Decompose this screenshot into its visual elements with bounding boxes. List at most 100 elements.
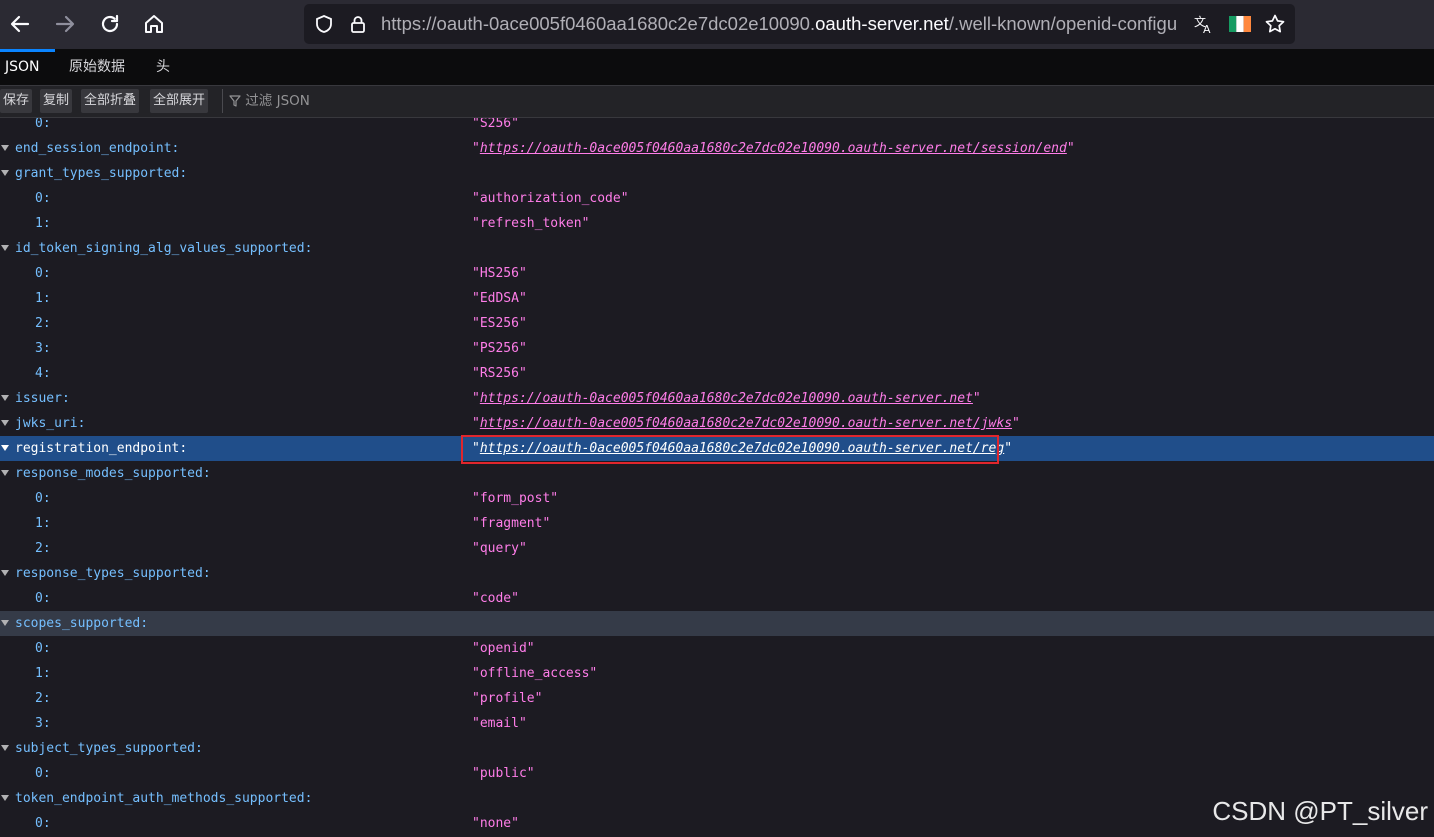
json-property-row[interactable]: subject_types_supported: bbox=[0, 736, 1434, 761]
json-key: 4: bbox=[35, 366, 51, 381]
expand-triangle-icon[interactable] bbox=[1, 745, 9, 751]
expand-all-button[interactable]: 全部展开 bbox=[150, 89, 209, 113]
json-value-link[interactable]: https://oauth-0ace005f0460aa1680c2e7dc02… bbox=[480, 391, 973, 406]
json-value-link[interactable]: https://oauth-0ace005f0460aa1680c2e7dc02… bbox=[480, 141, 1067, 156]
json-key: end_session_endpoint: bbox=[15, 141, 180, 156]
arrow-right-icon bbox=[55, 15, 75, 33]
tab-headers[interactable]: 头 bbox=[156, 49, 170, 85]
reload-button[interactable] bbox=[92, 6, 128, 42]
svg-text:A: A bbox=[1203, 23, 1211, 35]
json-array-item-row[interactable]: 4: "RS256" bbox=[0, 361, 1434, 386]
json-value[interactable]: "https://oauth-0ace005f0460aa1680c2e7dc0… bbox=[472, 136, 1075, 161]
expand-triangle-icon[interactable] bbox=[1, 395, 9, 401]
json-key: 1: bbox=[35, 516, 51, 531]
tab-json[interactable]: JSON bbox=[0, 49, 45, 85]
save-button[interactable]: 保存 bbox=[0, 89, 33, 113]
json-property-row[interactable]: grant_types_supported: bbox=[0, 161, 1434, 186]
json-value: "offline_access" bbox=[472, 666, 598, 681]
json-key: 0: bbox=[35, 118, 51, 131]
json-value: "openid" bbox=[472, 641, 535, 656]
json-value-link[interactable]: https://oauth-0ace005f0460aa1680c2e7dc02… bbox=[480, 441, 1004, 456]
expand-triangle-icon[interactable] bbox=[1, 170, 9, 176]
copy-button[interactable]: 复制 bbox=[40, 89, 73, 113]
viewer-tabs: JSON 原始数据 头 bbox=[0, 49, 1434, 86]
flag-ireland-icon[interactable] bbox=[1228, 12, 1252, 36]
json-key: 0: bbox=[35, 816, 51, 831]
json-key: id_token_signing_alg_values_supported: bbox=[15, 241, 313, 256]
json-value: "form_post" bbox=[472, 491, 559, 506]
expand-triangle-icon[interactable] bbox=[1, 620, 9, 626]
json-array-item-row[interactable]: 0: "openid" bbox=[0, 636, 1434, 661]
json-value: "profile" bbox=[472, 691, 543, 706]
collapse-all-button[interactable]: 全部折叠 bbox=[81, 89, 140, 113]
json-value: "PS256" bbox=[472, 341, 527, 356]
json-property-row[interactable]: id_token_signing_alg_values_supported: bbox=[0, 236, 1434, 261]
json-array-item-row[interactable]: 0: "S256" bbox=[0, 118, 1434, 136]
json-array-item-row[interactable]: 0: "HS256" bbox=[0, 261, 1434, 286]
json-value-link[interactable]: https://oauth-0ace005f0460aa1680c2e7dc02… bbox=[480, 416, 1012, 431]
json-key: scopes_supported: bbox=[15, 616, 149, 631]
json-property-row[interactable]: jwks_uri: "https://oauth-0ace005f0460aa16… bbox=[0, 411, 1434, 436]
json-array-item-row[interactable]: 0: "public" bbox=[0, 761, 1434, 786]
json-array-item-row[interactable]: 1: "refresh_token" bbox=[0, 211, 1434, 236]
json-key: 0: bbox=[35, 766, 51, 781]
json-array-item-row[interactable]: 0: "code" bbox=[0, 586, 1434, 611]
json-value[interactable]: "https://oauth-0ace005f0460aa1680c2e7dc0… bbox=[472, 411, 1020, 436]
json-property-row[interactable]: issuer: "https://oauth-0ace005f0460aa1680… bbox=[0, 386, 1434, 411]
json-array-item-row[interactable]: 2: "profile" bbox=[0, 686, 1434, 711]
json-key: subject_types_supported: bbox=[15, 741, 203, 756]
expand-triangle-icon[interactable] bbox=[1, 420, 9, 426]
json-value: "code" bbox=[472, 591, 519, 606]
json-array-item-row[interactable]: 0: "form_post" bbox=[0, 486, 1434, 511]
json-property-row[interactable]: registration_endpoint: "https://oauth-0ac… bbox=[0, 436, 1434, 461]
json-key: 0: bbox=[35, 266, 51, 281]
expand-triangle-icon[interactable] bbox=[1, 470, 9, 476]
expand-triangle-icon[interactable] bbox=[1, 570, 9, 576]
arrow-left-icon bbox=[10, 15, 30, 33]
json-value: "HS256" bbox=[472, 266, 527, 281]
json-key: registration_endpoint: bbox=[15, 441, 188, 456]
json-array-item-row[interactable]: 2: "ES256" bbox=[0, 311, 1434, 336]
json-array-item-row[interactable]: 1: "EdDSA" bbox=[0, 286, 1434, 311]
json-array-item-row[interactable]: 2: "query" bbox=[0, 536, 1434, 561]
filter-icon bbox=[229, 95, 241, 107]
reload-icon bbox=[101, 14, 119, 33]
bookmark-star-icon[interactable] bbox=[1263, 12, 1287, 36]
json-property-row[interactable]: scopes_supported: bbox=[0, 611, 1434, 636]
translate-icon[interactable]: 文A bbox=[1192, 12, 1216, 36]
json-array-item-row[interactable]: 1: "fragment" bbox=[0, 511, 1434, 536]
home-button[interactable] bbox=[136, 6, 172, 42]
json-key: 1: bbox=[35, 291, 51, 306]
json-key: 3: bbox=[35, 716, 51, 731]
expand-triangle-icon[interactable] bbox=[1, 145, 9, 151]
expand-triangle-icon[interactable] bbox=[1, 445, 9, 451]
json-key: token_endpoint_auth_methods_supported: bbox=[15, 791, 313, 806]
url-text[interactable]: https://oauth-0ace005f0460aa1680c2e7dc02… bbox=[381, 4, 1191, 44]
json-value: "refresh_token" bbox=[472, 216, 590, 231]
json-array-item-row[interactable]: 3: "email" bbox=[0, 711, 1434, 736]
lock-icon[interactable] bbox=[346, 12, 370, 36]
json-value: "RS256" bbox=[472, 366, 527, 381]
back-button[interactable] bbox=[2, 6, 38, 42]
expand-triangle-icon[interactable] bbox=[1, 245, 9, 251]
json-value[interactable]: "https://oauth-0ace005f0460aa1680c2e7dc0… bbox=[472, 436, 1012, 461]
json-array-item-row[interactable]: 3: "PS256" bbox=[0, 336, 1434, 361]
json-value: "email" bbox=[472, 716, 527, 731]
json-key: 1: bbox=[35, 666, 51, 681]
json-property-row[interactable]: response_modes_supported: bbox=[0, 461, 1434, 486]
forward-button[interactable] bbox=[47, 6, 83, 42]
url-bar[interactable]: https://oauth-0ace005f0460aa1680c2e7dc02… bbox=[304, 4, 1295, 44]
json-key: 2: bbox=[35, 316, 51, 331]
json-property-row[interactable]: response_types_supported: bbox=[0, 561, 1434, 586]
shield-icon[interactable] bbox=[312, 12, 336, 36]
filter-placeholder: 过滤 JSON bbox=[245, 93, 310, 109]
json-array-item-row[interactable]: 1: "offline_access" bbox=[0, 661, 1434, 686]
tab-raw-data[interactable]: 原始数据 bbox=[69, 49, 125, 85]
json-property-row[interactable]: end_session_endpoint: "https://oauth-0ace… bbox=[0, 136, 1434, 161]
json-key: 0: bbox=[35, 191, 51, 206]
expand-triangle-icon[interactable] bbox=[1, 795, 9, 801]
json-value: "none" bbox=[472, 816, 519, 831]
json-value[interactable]: "https://oauth-0ace005f0460aa1680c2e7dc0… bbox=[472, 386, 981, 411]
filter-json-input[interactable]: 过滤 JSON bbox=[222, 89, 310, 113]
json-array-item-row[interactable]: 0: "authorization_code" bbox=[0, 186, 1434, 211]
